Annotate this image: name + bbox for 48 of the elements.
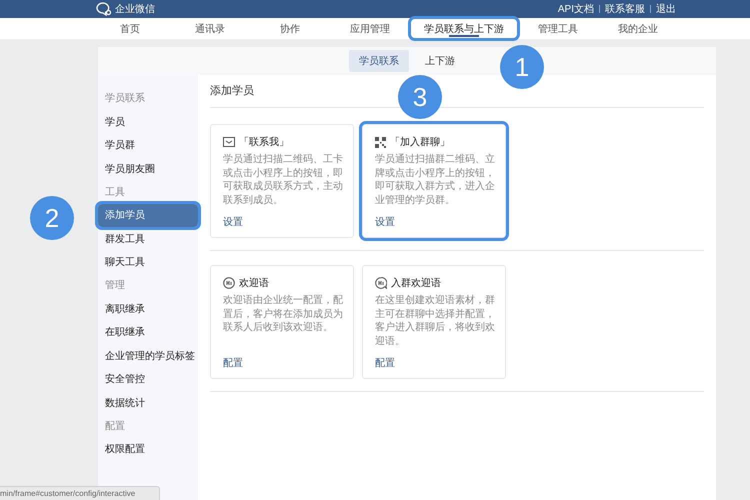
sidebar-item[interactable]: 权限配置 [98,438,198,461]
callout-badge: 2 [30,196,74,240]
logo-icon [96,2,112,16]
nav-tab[interactable]: 首页 [90,18,170,39]
sidebar-item[interactable]: 企业管理的学员标签 [98,344,198,368]
sidebar-item[interactable]: 离职继承 [98,297,198,320]
card-title: 欢迎语 [239,276,269,290]
sidebar-heading: 工具 [104,186,126,200]
top-link[interactable]: 退出 [656,2,676,16]
qr-code-icon [375,136,386,148]
sidebar-item[interactable]: 学员群 [98,134,198,157]
sidebar-heading: 学员联系 [104,92,146,106]
message-icon [223,137,235,147]
sidebar-item[interactable]: 学员朋友圈 [98,157,198,180]
nav-tab[interactable]: 我的企业 [598,18,678,39]
sidebar-heading: 管理 [104,279,126,293]
card-link[interactable]: 配置 [223,356,343,370]
card-description: 欢迎语由企业统一配置，配置后，客户将在添加成员为联系人后收到该欢迎语。 [223,294,343,335]
status-url: min/frame#customer/config/interactive [0,486,160,500]
card-description: 在这里创建欢迎语素材，群主可在群聊中选择并配置，客户进入群聊后，将收到欢迎语。 [375,294,495,348]
card-link[interactable]: 配置 [375,356,495,370]
nav-tab[interactable]: 通讯录 [170,18,250,39]
sidebar-item[interactable]: 聊天工具 [98,250,198,274]
nav-tab[interactable]: 管理工具 [518,18,598,39]
top-link[interactable]: API文档 [558,2,594,16]
card-description: 学员通过扫描群二维码、立牌或点击小程序上的按钮，即可获取入群方式，进入企业管理的学员群。 [375,153,495,207]
sidebar-item[interactable]: 学员 [98,110,198,134]
logo-text: 企业微信 [115,2,155,16]
sidebar-item[interactable]: 添加学员 [98,204,198,227]
top-link[interactable]: 联系客服 [605,2,645,16]
nav-tab[interactable]: 协作 [250,18,330,39]
nav-tab[interactable]: 学员联系与上下游 [410,18,518,39]
sidebar-item[interactable]: 在职继承 [98,320,198,344]
card-title: 「联系我」 [239,136,289,149]
sub-tab[interactable]: 学员联系 [349,50,409,72]
card-link[interactable]: 设置 [375,215,495,229]
card-title: 「加入群聊」 [390,136,450,149]
card-description: 学员通过扫描二维码、工卡或点击小程序上的按钮，即可获取成员联系方式，主动联系到成员。 [223,153,343,207]
sidebar-item[interactable]: 群发工具 [98,227,198,250]
hi-chat-icon [375,277,387,289]
sidebar-heading: 配置 [104,420,126,434]
sidebar-item[interactable]: 数据统计 [98,391,198,414]
card-link[interactable]: 设置 [223,215,343,229]
card-title: 入群欢迎语 [391,276,441,290]
sub-tab[interactable]: 上下游 [415,50,465,72]
hi-badge-icon [223,277,235,289]
sidebar-item[interactable]: 安全管控 [98,368,198,391]
nav-tab[interactable]: 应用管理 [330,18,410,39]
